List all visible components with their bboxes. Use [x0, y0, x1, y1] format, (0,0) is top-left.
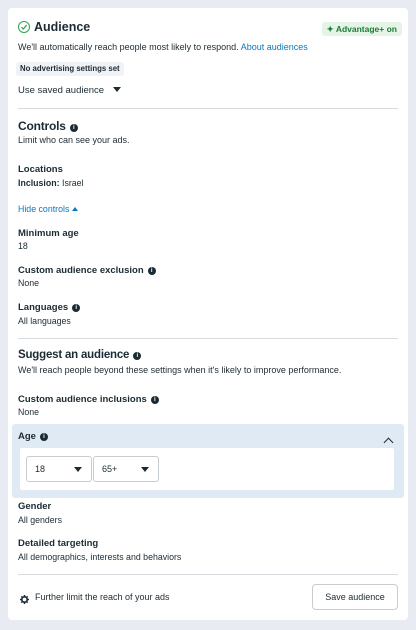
- custom-exclusion-value: None: [18, 278, 40, 288]
- controls-description: Limit who can see your ads.: [18, 135, 130, 145]
- locations-label: Locations: [18, 164, 63, 175]
- minimum-age-label: Minimum age: [18, 228, 79, 239]
- audience-description: We'll automatically reach people most li…: [18, 42, 308, 52]
- custom-inclusions-value: None: [18, 407, 40, 417]
- audience-title: Audience: [34, 20, 91, 34]
- age-min-select[interactable]: 18: [26, 456, 92, 482]
- age-max-value: 65+: [102, 464, 118, 474]
- inclusion-value: Israel: [62, 178, 84, 188]
- suggest-heading: Suggest an audience i: [18, 349, 142, 361]
- gender-value: All genders: [18, 515, 63, 525]
- info-icon[interactable]: i: [147, 267, 156, 275]
- advantage-badge[interactable]: ✦ Advantage+ on: [321, 22, 402, 36]
- gender-label: Gender: [18, 501, 52, 512]
- custom-inclusions-heading: Custom audience inclusions i: [18, 394, 159, 405]
- info-icon[interactable]: i: [69, 124, 78, 132]
- info-icon[interactable]: i: [72, 304, 81, 312]
- divider: [18, 108, 398, 109]
- about-audiences-link[interactable]: About audiences: [241, 42, 308, 52]
- inclusion-label: Inclusion:: [18, 178, 60, 188]
- audience-card: Audience ✦ Advantage+ on We'll automatic…: [8, 8, 408, 620]
- caret-down-icon: [141, 467, 149, 472]
- advantage-badge-label: Advantage+ on: [335, 24, 397, 34]
- locations-value: Inclusion: Israel: [18, 178, 84, 188]
- languages-label: Languages: [18, 302, 69, 313]
- divider: [18, 338, 398, 339]
- languages-value: All languages: [18, 316, 71, 326]
- age-heading[interactable]: Age i: [18, 431, 48, 442]
- controls-title: Controls: [18, 119, 66, 133]
- caret-up-icon: [71, 207, 78, 211]
- further-limit-link[interactable]: Further limit the reach of your ads: [35, 592, 170, 602]
- gear-icon: [20, 591, 29, 609]
- suggest-description: We'll reach people beyond these settings…: [18, 365, 342, 375]
- hide-controls-link[interactable]: Hide controls: [18, 204, 78, 214]
- saved-audience-label: Use saved audience: [18, 85, 105, 96]
- info-icon[interactable]: i: [133, 352, 142, 360]
- custom-exclusion-label: Custom audience exclusion: [18, 265, 144, 276]
- custom-inclusions-label: Custom audience inclusions: [18, 394, 147, 405]
- age-min-value: 18: [35, 464, 46, 474]
- suggest-title: Suggest an audience: [18, 349, 130, 361]
- age-range-container: 18 65+: [20, 448, 394, 490]
- save-audience-button[interactable]: Save audience: [312, 584, 398, 610]
- saved-audience-dropdown[interactable]: Use saved audience: [18, 85, 121, 96]
- info-icon[interactable]: i: [150, 396, 159, 404]
- check-circle-icon: [18, 21, 30, 33]
- divider: [18, 574, 398, 575]
- age-max-select[interactable]: 65+: [93, 456, 159, 482]
- age-label: Age: [18, 431, 36, 442]
- caret-down-icon: [74, 467, 82, 472]
- hide-controls-label: Hide controls: [18, 204, 70, 214]
- no-settings-pill: No advertising settings set: [16, 62, 124, 76]
- info-icon[interactable]: i: [39, 433, 48, 441]
- custom-exclusion-heading: Custom audience exclusion i: [18, 265, 156, 276]
- detailed-targeting-value: All demographics, interests and behavior…: [18, 552, 182, 562]
- detailed-targeting-label: Detailed targeting: [18, 538, 99, 549]
- audience-description-text: We'll automatically reach people most li…: [18, 42, 239, 52]
- minimum-age-value: 18: [18, 241, 28, 251]
- caret-down-icon: [112, 87, 121, 92]
- chevron-up-icon[interactable]: [383, 437, 394, 448]
- sparkle-icon: ✦: [326, 24, 334, 34]
- controls-heading: Controls i: [18, 119, 78, 133]
- languages-heading: Languages i: [18, 302, 81, 313]
- age-panel: Age i 18 65+: [12, 424, 404, 498]
